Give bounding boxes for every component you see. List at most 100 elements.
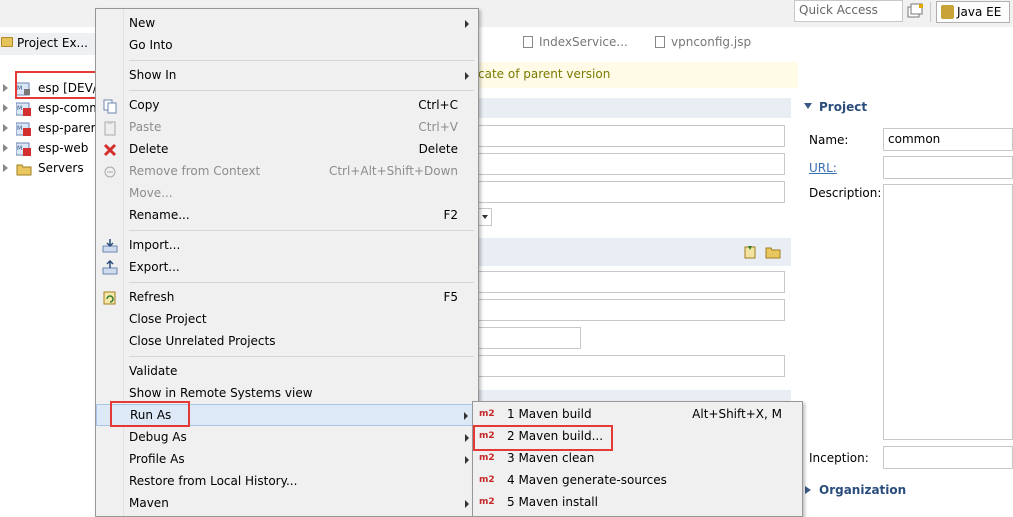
refresh-icon xyxy=(102,290,118,306)
menu-item-copy[interactable]: Copy Ctrl+C xyxy=(96,95,478,117)
tree-item-esp-web[interactable]: M esp-web xyxy=(0,139,96,159)
menu-separator xyxy=(129,356,474,357)
editor-text-field[interactable] xyxy=(478,327,581,349)
quick-access-field[interactable]: Quick Access xyxy=(794,0,903,22)
menu-item-paste[interactable]: Paste Ctrl+V xyxy=(96,117,478,139)
remove-context-icon xyxy=(102,164,118,180)
editor-text-field[interactable] xyxy=(478,153,785,175)
menu-separator xyxy=(129,282,474,283)
expand-arrow-icon[interactable] xyxy=(3,144,8,152)
organization-section-header[interactable]: Organization xyxy=(797,481,1013,501)
menu-item-import[interactable]: Import... xyxy=(96,235,478,257)
inception-field[interactable] xyxy=(883,446,1013,469)
menu-item-label: Close Unrelated Projects xyxy=(129,334,276,348)
menu-item-restore-local-history[interactable]: Restore from Local History... xyxy=(96,471,478,493)
menu-item-delete[interactable]: Delete Delete xyxy=(96,139,478,161)
submenu-item-maven-build[interactable]: m2 1 Maven build Alt+Shift+X, M xyxy=(473,404,802,426)
name-field[interactable]: common xyxy=(883,128,1013,151)
editor-text-field[interactable] xyxy=(478,271,785,293)
chevron-down-icon xyxy=(482,215,488,219)
tab-label: vpnconfig.jsp xyxy=(671,35,752,49)
maven-m2-icon: m2 xyxy=(479,453,495,463)
menu-item-label: Maven xyxy=(129,496,169,510)
menu-item-shortcut: Ctrl+Alt+Shift+Down xyxy=(328,164,458,178)
editor-section-header xyxy=(478,98,791,118)
highlight-box-run-as xyxy=(110,401,190,427)
tree-item-label: esp-web xyxy=(38,141,89,155)
menu-item-label: Rename... xyxy=(129,208,190,222)
svg-text:M: M xyxy=(17,125,22,132)
menu-item-label: Validate xyxy=(129,364,178,378)
expand-arrow-icon[interactable] xyxy=(3,84,8,92)
menu-item-refresh[interactable]: Refresh F5 xyxy=(96,287,478,309)
tree-item-servers[interactable]: Servers xyxy=(0,159,96,179)
tree-item-esp-parent[interactable]: M esp-parer xyxy=(0,119,96,139)
svg-text:M: M xyxy=(17,145,22,152)
menu-item-maven[interactable]: Maven xyxy=(96,493,478,515)
editor-tab-vpnconfig[interactable]: vpnconfig.jsp xyxy=(655,35,751,49)
open-perspective-icon[interactable] xyxy=(906,3,924,21)
editor-dropdown-button[interactable] xyxy=(478,208,492,226)
editor-text-field[interactable] xyxy=(478,181,785,203)
menu-item-export[interactable]: Export... xyxy=(96,257,478,279)
url-link[interactable]: URL: xyxy=(809,161,837,175)
editor-text-field[interactable] xyxy=(478,299,785,321)
menu-item-shortcut: F2 xyxy=(443,208,458,222)
project-explorer-title[interactable]: Project Ex... xyxy=(17,36,88,50)
menu-item-close-project[interactable]: Close Project xyxy=(96,309,478,331)
expand-arrow-icon[interactable] xyxy=(3,104,8,112)
context-menu: New Go Into Show In Copy Ctrl+C Paste Ct… xyxy=(95,8,479,517)
perspective-label: Java EE xyxy=(957,5,1002,19)
java-ee-icon xyxy=(941,5,954,19)
menu-item-shortcut: Ctrl+V xyxy=(418,120,458,134)
open-folder-icon[interactable] xyxy=(765,244,781,260)
toolbar-separator xyxy=(930,2,931,22)
menu-item-debug-as[interactable]: Debug As xyxy=(96,427,478,449)
menu-item-new[interactable]: New xyxy=(96,13,478,35)
project-section-header[interactable]: Project xyxy=(797,98,1013,118)
jsp-file-icon xyxy=(655,36,665,48)
tab-label: IndexService... xyxy=(539,35,628,49)
tree-item-esp-common[interactable]: M esp-comm xyxy=(0,99,101,119)
expand-arrow-icon[interactable] xyxy=(3,124,8,132)
menu-item-validate[interactable]: Validate xyxy=(96,361,478,383)
menu-item-go-into[interactable]: Go Into xyxy=(96,35,478,57)
menu-item-shortcut: Ctrl+C xyxy=(418,98,458,112)
svg-text:M: M xyxy=(17,105,22,112)
expand-arrow-icon[interactable] xyxy=(3,164,8,172)
description-field[interactable] xyxy=(883,184,1013,440)
expand-icon[interactable] xyxy=(805,486,811,494)
menu-item-close-unrelated-projects[interactable]: Close Unrelated Projects xyxy=(96,331,478,353)
menu-item-label: Delete xyxy=(129,142,169,156)
menu-item-rename[interactable]: Rename... F2 xyxy=(96,205,478,227)
submenu-item-maven-clean[interactable]: m2 3 Maven clean xyxy=(473,448,802,470)
url-field[interactable] xyxy=(883,156,1013,179)
menu-item-profile-as[interactable]: Profile As xyxy=(96,449,478,471)
maven-m2-icon: m2 xyxy=(479,475,495,485)
menu-item-move[interactable]: Move... xyxy=(96,183,478,205)
submenu-item-maven-install[interactable]: m2 5 Maven install xyxy=(473,492,802,514)
menu-item-shortcut: F5 xyxy=(443,290,458,304)
editor-text-field[interactable] xyxy=(478,355,785,377)
highlight-box-esp-project xyxy=(15,71,106,99)
menu-item-remove-from-context[interactable]: Remove from Context Ctrl+Alt+Shift+Down xyxy=(96,161,478,183)
menu-item-label: Remove from Context xyxy=(129,164,261,178)
menu-item-label: Import... xyxy=(129,238,181,252)
menu-item-label: New xyxy=(129,16,156,30)
editor-tab-indexservice[interactable]: IndexService... xyxy=(523,35,628,49)
java-ee-perspective-button[interactable]: Java EE xyxy=(936,1,1010,23)
menu-item-label: Profile As xyxy=(129,452,185,466)
import-pom-icon[interactable] xyxy=(742,244,758,260)
tree-item-label: esp-parer xyxy=(38,121,96,135)
maven-m2-icon: m2 xyxy=(479,409,495,419)
collapse-icon[interactable] xyxy=(804,103,812,109)
menu-item-show-in[interactable]: Show In xyxy=(96,65,478,87)
maven-project-icon: M xyxy=(15,142,32,156)
organization-section-title: Organization xyxy=(819,483,907,497)
submenu-item-maven-generate-sources[interactable]: m2 4 Maven generate-sources xyxy=(473,470,802,492)
menu-item-label: Copy xyxy=(129,98,160,112)
submenu-arrow-icon xyxy=(465,434,469,442)
submenu-arrow-icon xyxy=(465,500,469,508)
editor-text-field[interactable] xyxy=(478,125,785,147)
menu-item-label: Refresh xyxy=(129,290,175,304)
